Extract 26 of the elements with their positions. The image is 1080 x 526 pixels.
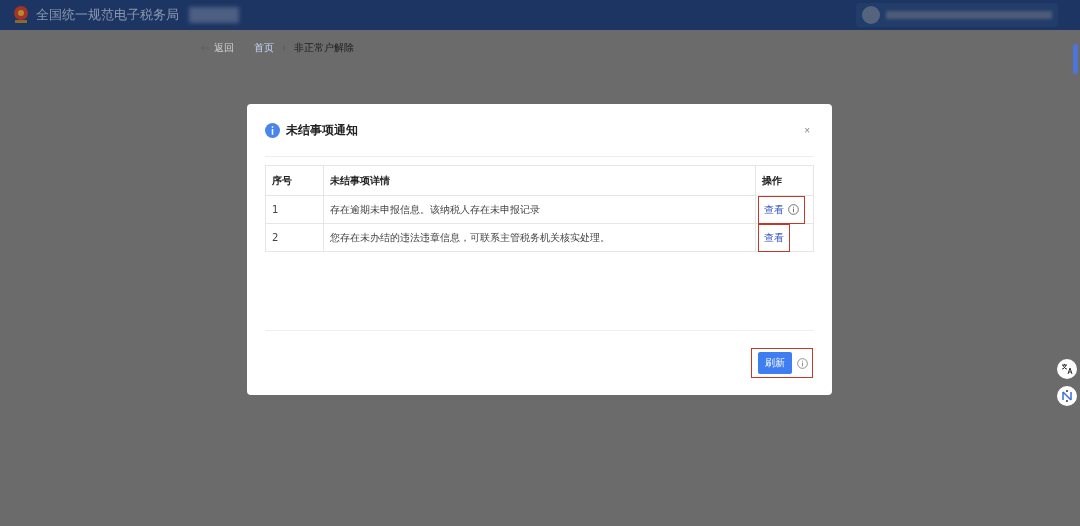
view-link[interactable]: 查看 bbox=[764, 202, 784, 217]
info-icon[interactable] bbox=[788, 204, 799, 215]
dialog-title: 未结事项通知 bbox=[286, 121, 359, 139]
scrollbar[interactable] bbox=[1073, 44, 1078, 74]
back-link[interactable]: 返回 bbox=[200, 41, 234, 55]
column-header: 未结事项详情 bbox=[323, 165, 756, 196]
network-icon bbox=[1061, 390, 1073, 402]
user-menu[interactable] bbox=[856, 3, 1058, 27]
info-icon[interactable] bbox=[797, 357, 808, 369]
table-cell: 存在逾期未申报信息。该纳税人存在未申报记录 bbox=[323, 195, 756, 224]
refresh-button[interactable]: 刷新 bbox=[758, 352, 792, 374]
info-icon bbox=[265, 122, 280, 138]
breadcrumb-current: 非正常户解除 bbox=[294, 41, 354, 55]
table-cell: 1 bbox=[265, 195, 324, 224]
table-cell: 2 bbox=[265, 223, 324, 252]
translate-button[interactable] bbox=[1057, 359, 1077, 379]
site-title: 全国统一规范电子税务局 bbox=[36, 6, 179, 24]
breadcrumb-link[interactable]: 首页 bbox=[254, 41, 274, 55]
close-button[interactable]: × bbox=[804, 124, 810, 136]
column-header: 操作 bbox=[755, 165, 814, 196]
emblem-icon bbox=[12, 5, 30, 25]
view-link[interactable]: 查看 bbox=[764, 230, 784, 245]
network-button[interactable] bbox=[1057, 386, 1077, 406]
column-header: 序号 bbox=[265, 165, 324, 196]
redacted-block bbox=[189, 7, 239, 23]
table-cell: 您存在未办结的违法违章信息，可联系主管税务机关核实处理。 bbox=[323, 223, 756, 252]
